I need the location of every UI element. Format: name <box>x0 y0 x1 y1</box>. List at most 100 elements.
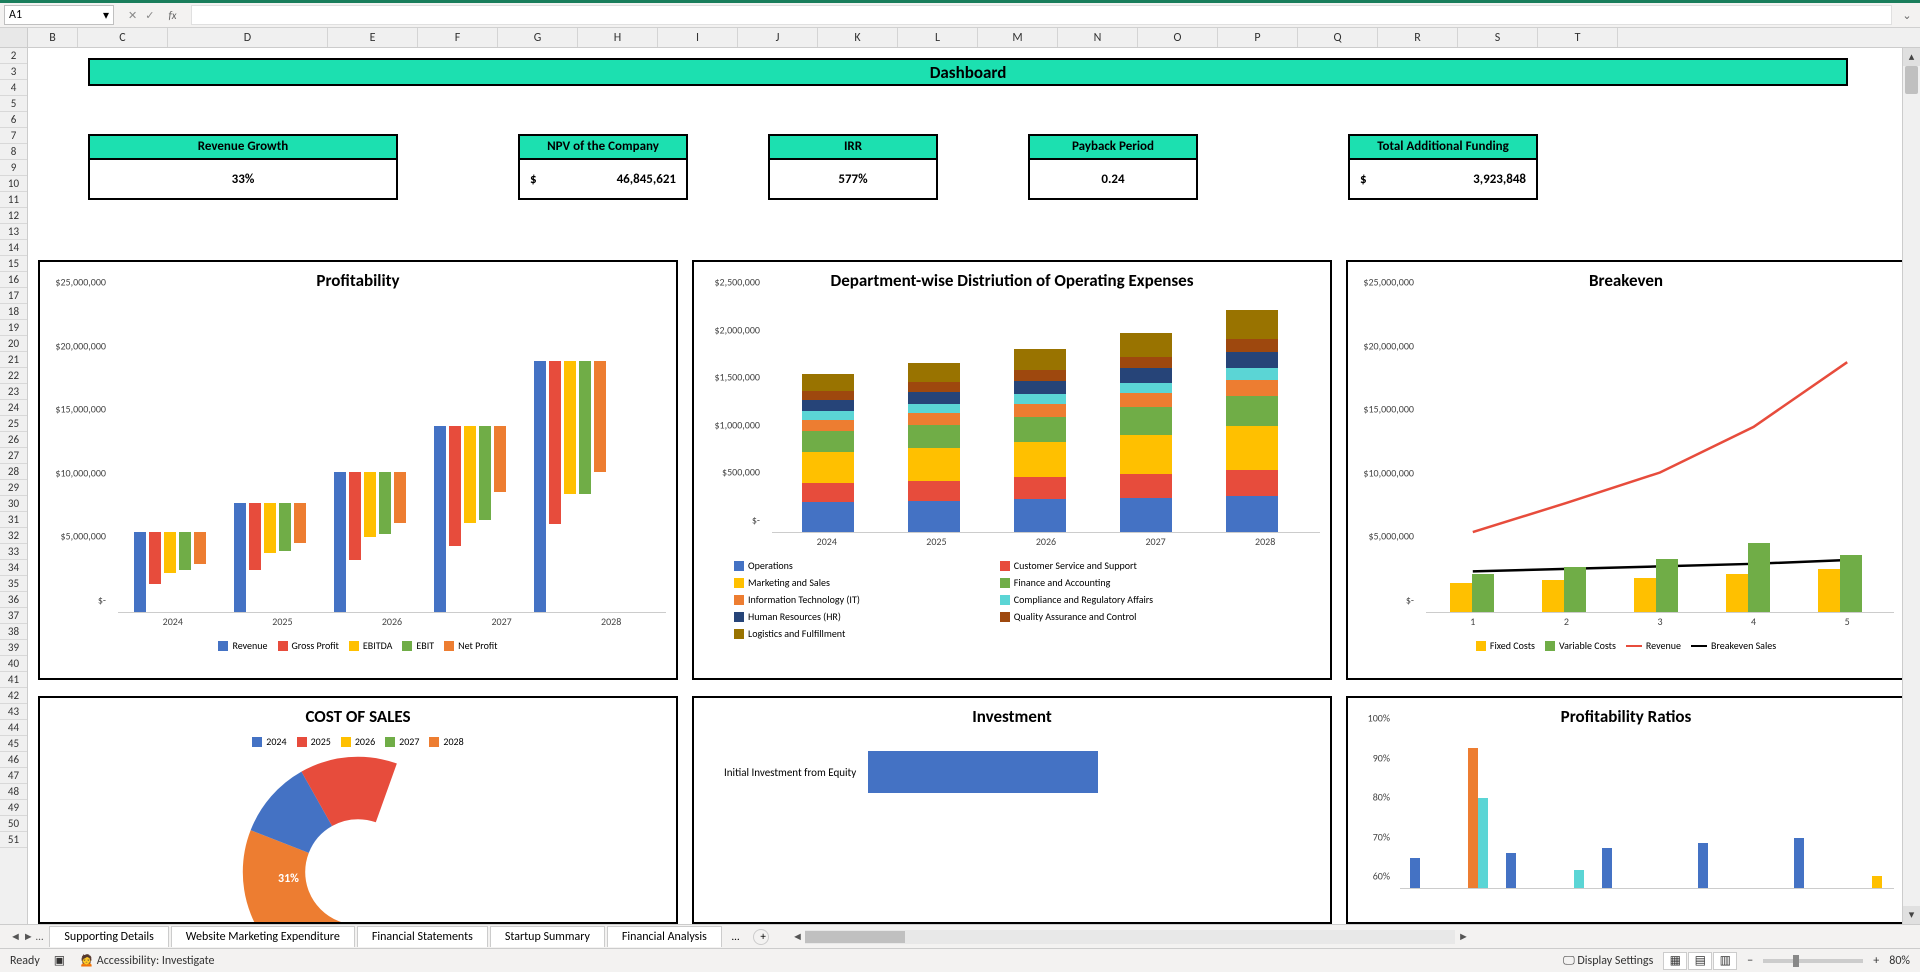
row-header-41[interactable]: 41 <box>0 672 27 688</box>
col-header-K[interactable]: K <box>818 28 898 47</box>
chart-breakeven[interactable]: Breakeven $-$5,000,000$10,000,000$15,000… <box>1346 260 1902 680</box>
confirm-formula-icon[interactable]: ✓ <box>145 9 154 22</box>
col-header-B[interactable]: B <box>28 28 78 47</box>
row-header-15[interactable]: 15 <box>0 256 27 272</box>
row-header-31[interactable]: 31 <box>0 512 27 528</box>
row-header-51[interactable]: 51 <box>0 832 27 848</box>
row-header-39[interactable]: 39 <box>0 640 27 656</box>
sheet-tab[interactable]: Startup Summary <box>490 926 605 947</box>
hscroll-right-icon[interactable]: ► <box>1455 930 1471 943</box>
col-header-J[interactable]: J <box>738 28 818 47</box>
sheet-tab[interactable]: Supporting Details <box>49 926 168 947</box>
col-header-I[interactable]: I <box>658 28 738 47</box>
row-header-27[interactable]: 27 <box>0 448 27 464</box>
col-header-P[interactable]: P <box>1218 28 1298 47</box>
col-header-M[interactable]: M <box>978 28 1058 47</box>
col-header-F[interactable]: F <box>418 28 498 47</box>
row-header-32[interactable]: 32 <box>0 528 27 544</box>
row-header-33[interactable]: 33 <box>0 544 27 560</box>
col-header-L[interactable]: L <box>898 28 978 47</box>
scroll-thumb[interactable] <box>1905 66 1918 94</box>
row-header-38[interactable]: 38 <box>0 624 27 640</box>
row-header-9[interactable]: 9 <box>0 160 27 176</box>
row-header-20[interactable]: 20 <box>0 336 27 352</box>
row-header-42[interactable]: 42 <box>0 688 27 704</box>
row-header-18[interactable]: 18 <box>0 304 27 320</box>
row-header-35[interactable]: 35 <box>0 576 27 592</box>
col-header-S[interactable]: S <box>1458 28 1538 47</box>
hscroll-thumb[interactable] <box>805 931 905 943</box>
zoom-level[interactable]: 80% <box>1889 954 1910 968</box>
row-header-48[interactable]: 48 <box>0 784 27 800</box>
row-header-36[interactable]: 36 <box>0 592 27 608</box>
scroll-up-icon[interactable]: ▴ <box>1903 48 1920 66</box>
hscroll-left-icon[interactable]: ◄ <box>789 930 805 943</box>
view-normal-button[interactable]: ▦ <box>1663 952 1687 970</box>
row-header-37[interactable]: 37 <box>0 608 27 624</box>
row-header-7[interactable]: 7 <box>0 128 27 144</box>
chart-profitability-ratios[interactable]: Profitability Ratios 60%70%80%90%100% Pl… <box>1346 696 1902 924</box>
row-header-11[interactable]: 11 <box>0 192 27 208</box>
row-header-14[interactable]: 14 <box>0 240 27 256</box>
row-header-45[interactable]: 45 <box>0 736 27 752</box>
name-box[interactable]: A1 ▾ <box>4 5 114 25</box>
zoom-slider[interactable] <box>1763 959 1863 963</box>
row-header-47[interactable]: 47 <box>0 768 27 784</box>
row-header-8[interactable]: 8 <box>0 144 27 160</box>
row-header-2[interactable]: 2 <box>0 48 27 64</box>
scroll-down-icon[interactable]: ▾ <box>1903 906 1920 924</box>
col-header-Q[interactable]: Q <box>1298 28 1378 47</box>
row-header-17[interactable]: 17 <box>0 288 27 304</box>
row-header-13[interactable]: 13 <box>0 224 27 240</box>
chart-opex[interactable]: Department-wise Distriution of Operating… <box>692 260 1332 680</box>
col-header-R[interactable]: R <box>1378 28 1458 47</box>
tab-nav-next-icon[interactable]: ► <box>23 930 34 943</box>
worksheet-content[interactable]: Dashboard Revenue Growth33%NPV of the Co… <box>28 48 1902 924</box>
tabs-overflow[interactable]: … <box>724 930 748 943</box>
row-header-29[interactable]: 29 <box>0 480 27 496</box>
name-box-dropdown-icon[interactable]: ▾ <box>103 8 109 23</box>
formula-input[interactable] <box>191 5 1892 25</box>
row-header-4[interactable]: 4 <box>0 80 27 96</box>
sheet-tab[interactable]: Financial Analysis <box>607 926 722 947</box>
chart-profitability[interactable]: Profitability $-$5,000,000$10,000,000$15… <box>38 260 678 680</box>
tab-nav-prev-icon[interactable]: ◄ <box>10 930 21 943</box>
sheet-tab[interactable]: Website Marketing Expenditure <box>171 926 355 947</box>
vertical-scrollbar[interactable]: ▴ ▾ <box>1902 48 1920 924</box>
col-header-E[interactable]: E <box>328 28 418 47</box>
cancel-formula-icon[interactable]: ✕ <box>128 9 137 22</box>
row-header-28[interactable]: 28 <box>0 464 27 480</box>
row-header-5[interactable]: 5 <box>0 96 27 112</box>
horizontal-scrollbar[interactable]: ◄ ► <box>789 930 1916 944</box>
row-header-43[interactable]: 43 <box>0 704 27 720</box>
row-header-10[interactable]: 10 <box>0 176 27 192</box>
chart-investment[interactable]: Investment Initial Investment from Equit… <box>692 696 1332 924</box>
row-header-23[interactable]: 23 <box>0 384 27 400</box>
select-all-corner[interactable] <box>0 28 28 47</box>
row-header-24[interactable]: 24 <box>0 400 27 416</box>
col-header-N[interactable]: N <box>1058 28 1138 47</box>
row-header-16[interactable]: 16 <box>0 272 27 288</box>
row-header-19[interactable]: 19 <box>0 320 27 336</box>
col-header-D[interactable]: D <box>168 28 328 47</box>
add-sheet-button[interactable]: + <box>753 929 769 945</box>
view-page-break-button[interactable]: ▥ <box>1713 952 1737 970</box>
col-header-T[interactable]: T <box>1538 28 1618 47</box>
zoom-in-button[interactable]: + <box>1873 954 1879 968</box>
expand-formula-bar-icon[interactable]: ⌄ <box>1898 9 1916 22</box>
row-header-6[interactable]: 6 <box>0 112 27 128</box>
col-header-G[interactable]: G <box>498 28 578 47</box>
col-header-C[interactable]: C <box>78 28 168 47</box>
row-header-21[interactable]: 21 <box>0 352 27 368</box>
row-header-40[interactable]: 40 <box>0 656 27 672</box>
tab-nav-more-icon[interactable]: … <box>36 930 44 943</box>
row-header-49[interactable]: 49 <box>0 800 27 816</box>
row-header-3[interactable]: 3 <box>0 64 27 80</box>
row-header-30[interactable]: 30 <box>0 496 27 512</box>
col-header-H[interactable]: H <box>578 28 658 47</box>
fx-icon[interactable]: fx <box>162 9 176 22</box>
row-header-34[interactable]: 34 <box>0 560 27 576</box>
sheet-tab[interactable]: Financial Statements <box>357 926 488 947</box>
display-settings-button[interactable]: 🖵 Display Settings <box>1563 954 1653 968</box>
view-page-layout-button[interactable]: ▤ <box>1688 952 1712 970</box>
